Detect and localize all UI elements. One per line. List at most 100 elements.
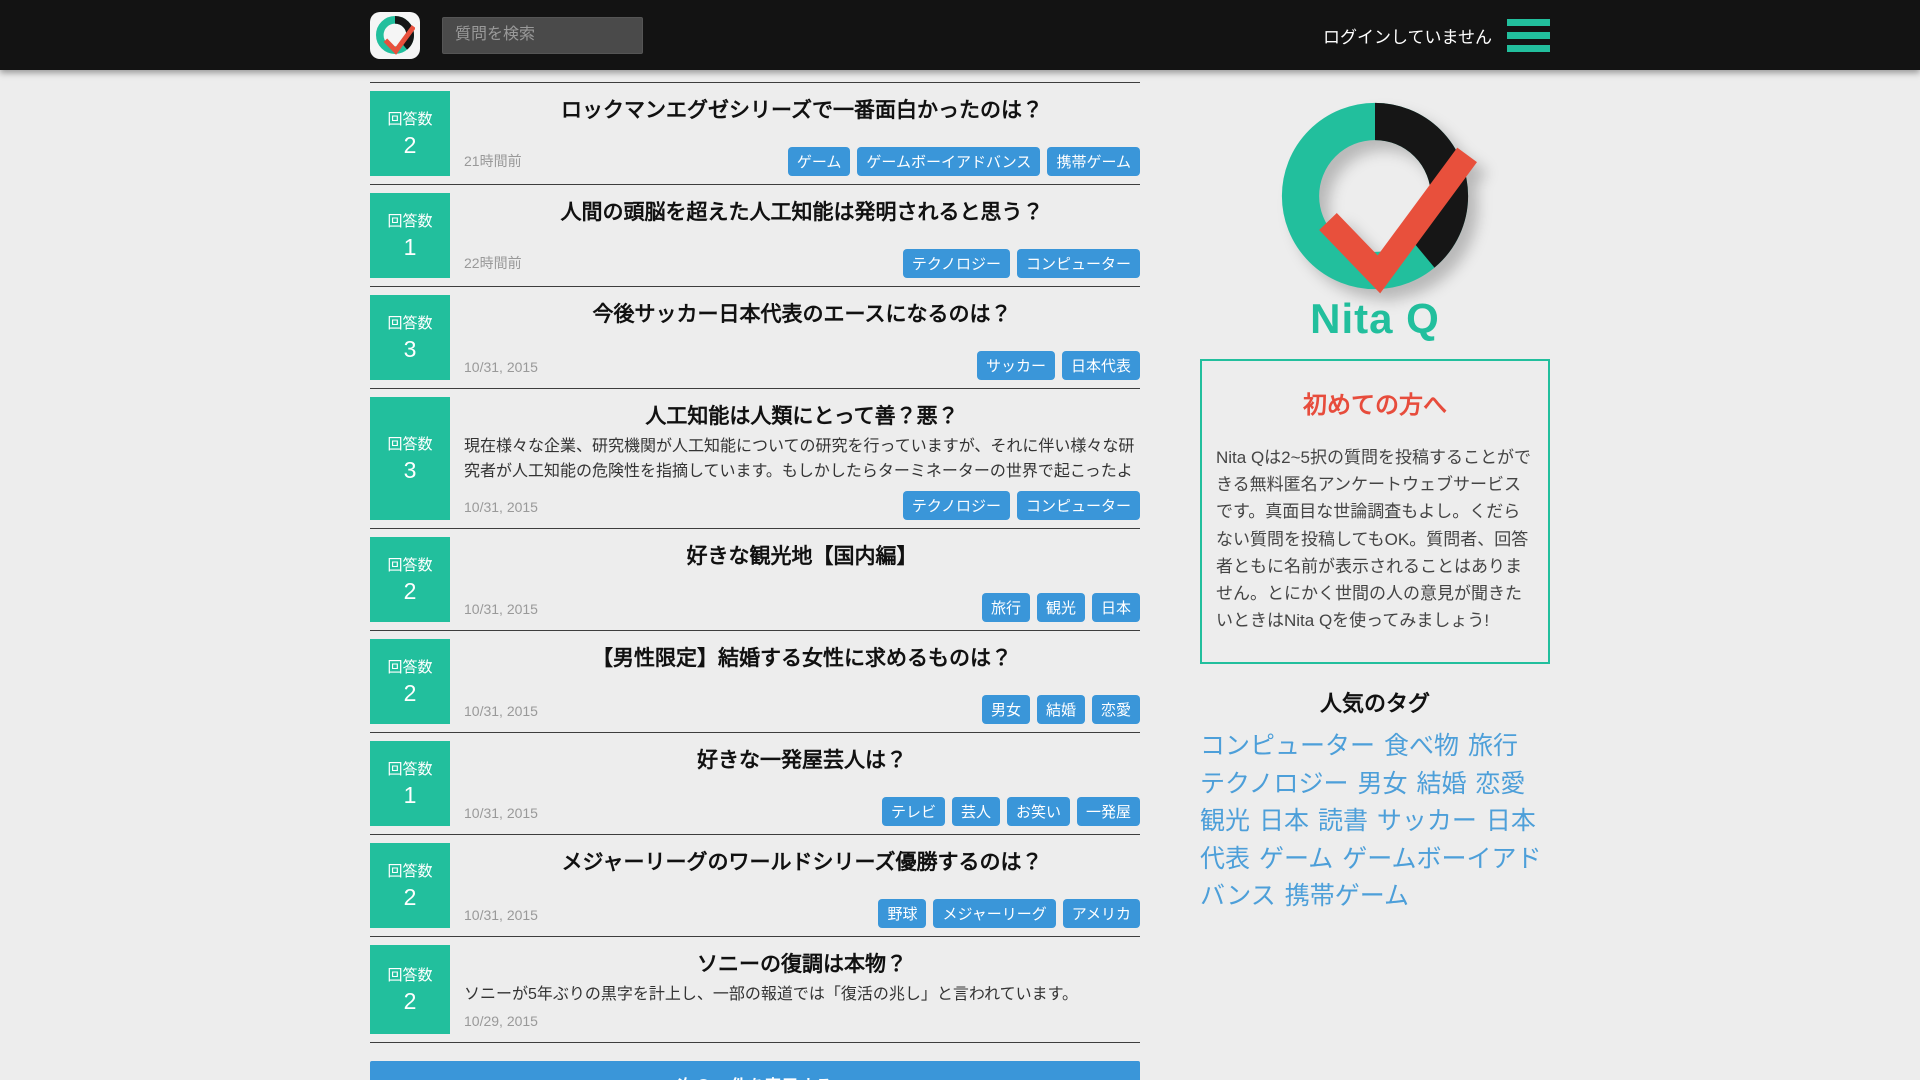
question-meta: 10/29, 2015 (464, 1013, 1140, 1034)
question-tag[interactable]: ゲームボーイアドバンス (857, 147, 1040, 176)
answer-count-label: 回答数 (387, 210, 432, 231)
answer-count-box: 回答数 3 (370, 397, 450, 520)
question-tag[interactable]: 日本 (1092, 593, 1140, 622)
popular-tag-link[interactable]: テクノロジー (1200, 770, 1349, 798)
popular-tag-link[interactable]: 結婚 (1416, 770, 1466, 798)
answer-count-label: 回答数 (387, 758, 432, 779)
question-tag[interactable]: 男女 (982, 695, 1030, 724)
question-content: ロックマンエグゼシリーズで一番面白かったのは？ 21時間前 ゲームゲームボーイア… (450, 91, 1140, 176)
answer-count-value: 1 (404, 782, 417, 809)
popular-tag-link[interactable]: 日本 (1259, 807, 1309, 835)
question-tag[interactable]: 携帯ゲーム (1047, 147, 1140, 176)
page-content: 回答数 2 ロックマンエグゼシリーズで一番面白かったのは？ 21時間前 ゲームゲ… (370, 82, 1550, 1080)
popular-tag-link[interactable]: 男女 (1357, 770, 1407, 798)
question-content: 今後サッカー日本代表のエースになるのは？ 10/31, 2015 サッカー日本代… (450, 295, 1140, 380)
question-tag[interactable]: コンピューター (1017, 249, 1140, 278)
login-status-label: ログインしていません (1323, 23, 1492, 48)
question-date: 10/31, 2015 (464, 703, 538, 724)
popular-tag-link[interactable]: 読書 (1318, 807, 1368, 835)
question-tag[interactable]: テクノロジー (903, 249, 1010, 278)
hamburger-menu-icon[interactable] (1507, 17, 1550, 54)
popular-tag-link[interactable]: サッカー (1377, 807, 1477, 835)
question-content: 人間の頭脳を超えた人工知能は発明されると思う？ 22時間前 テクノロジーコンピュ… (450, 193, 1140, 278)
question-title: 好きな一発屋芸人は？ (464, 741, 1140, 774)
answer-count-box: 回答数 2 (370, 639, 450, 724)
question-row[interactable]: 回答数 3 人工知能は人類にとって善？悪？ 現在様々な企業、研究機関が人工知能に… (370, 389, 1140, 529)
question-description: ソニーが5年ぶりの黒字を計上し、一部の報道では「復活の兆し」と言われています。 (464, 983, 1140, 1008)
question-row[interactable]: 回答数 2 好きな観光地【国内編】 10/31, 2015 旅行観光日本 (370, 529, 1140, 631)
answer-count-value: 2 (404, 988, 417, 1015)
answer-count-label: 回答数 (387, 108, 432, 129)
question-row[interactable]: 回答数 2 ロックマンエグゼシリーズで一番面白かったのは？ 21時間前 ゲームゲ… (370, 83, 1140, 185)
question-date: 10/31, 2015 (464, 601, 538, 622)
answer-count-box: 回答数 1 (370, 741, 450, 826)
question-tag[interactable]: 日本代表 (1062, 351, 1140, 380)
question-column: 回答数 2 ロックマンエグゼシリーズで一番面白かったのは？ 21時間前 ゲームゲ… (370, 82, 1140, 1080)
answer-count-box: 回答数 2 (370, 91, 450, 176)
popular-tag-link[interactable]: ゲーム (1259, 845, 1333, 873)
question-tag[interactable]: 一発屋 (1077, 797, 1140, 826)
hamburger-bar (1507, 32, 1550, 39)
question-tag[interactable]: 野球 (878, 899, 926, 928)
question-tag[interactable]: 恋愛 (1092, 695, 1140, 724)
answer-count-label: 回答数 (387, 860, 432, 881)
question-tag[interactable]: 芸人 (952, 797, 1000, 826)
question-row[interactable]: 回答数 1 好きな一発屋芸人は？ 10/31, 2015 テレビ芸人お笑い一発屋 (370, 733, 1140, 835)
nitaq-check-icon-large (1270, 98, 1480, 294)
question-tag[interactable]: メジャーリーグ (933, 899, 1055, 928)
question-content: 【男性限定】結婚する女性に求めるものは？ 10/31, 2015 男女結婚恋愛 (450, 639, 1140, 724)
popular-tag-link[interactable]: 携帯ゲーム (1285, 882, 1409, 910)
question-title: 好きな観光地【国内編】 (464, 537, 1140, 570)
nitaq-check-icon (375, 15, 415, 55)
popular-tag-link[interactable]: 観光 (1200, 807, 1250, 835)
question-tag[interactable]: 旅行 (982, 593, 1030, 622)
brand-logo: Nita Q (1200, 98, 1550, 343)
popular-tag-link[interactable]: コンピューター (1200, 732, 1375, 760)
question-tag[interactable]: アメリカ (1063, 899, 1140, 928)
load-more-button[interactable]: 次の10件を表示する (370, 1061, 1140, 1080)
question-row[interactable]: 回答数 2 ソニーの復調は本物？ ソニーが5年ぶりの黒字を計上し、一部の報道では… (370, 937, 1140, 1044)
question-content: 好きな観光地【国内編】 10/31, 2015 旅行観光日本 (450, 537, 1140, 622)
popular-tag-link[interactable]: 恋愛 (1475, 770, 1525, 798)
question-content: ソニーの復調は本物？ ソニーが5年ぶりの黒字を計上し、一部の報道では「復活の兆し… (450, 945, 1140, 1035)
question-tags: サッカー日本代表 (977, 351, 1140, 380)
popular-tag-link[interactable]: 食べ物 (1384, 732, 1459, 760)
header-home-logo[interactable] (370, 12, 420, 59)
answer-count-box: 回答数 2 (370, 945, 450, 1035)
question-tag[interactable]: サッカー (977, 351, 1055, 380)
question-list: 回答数 2 ロックマンエグゼシリーズで一番面白かったのは？ 21時間前 ゲームゲ… (370, 82, 1140, 1043)
question-tag[interactable]: コンピューター (1017, 491, 1140, 520)
question-meta: 21時間前 ゲームゲームボーイアドバンス携帯ゲーム (464, 147, 1140, 176)
question-meta: 10/31, 2015 テクノロジーコンピューター (464, 491, 1140, 520)
question-title: 人間の頭脳を超えた人工知能は発明されると思う？ (464, 193, 1140, 226)
brand-name: Nita Q (1200, 295, 1550, 343)
question-tag[interactable]: 結婚 (1037, 695, 1085, 724)
question-meta: 10/31, 2015 旅行観光日本 (464, 593, 1140, 622)
search-input[interactable] (442, 17, 643, 54)
question-row[interactable]: 回答数 3 今後サッカー日本代表のエースになるのは？ 10/31, 2015 サ… (370, 287, 1140, 389)
question-date: 10/31, 2015 (464, 359, 538, 380)
popular-tags-cloud: コンピューター 食べ物 旅行 テクノロジー 男女 結婚 恋愛 観光 日本 読書 … (1200, 728, 1550, 916)
question-date: 22時間前 (464, 253, 522, 278)
answer-count-label: 回答数 (387, 554, 432, 575)
popular-tag-link[interactable]: 旅行 (1468, 732, 1518, 760)
top-navbar: ログインしていません (0, 0, 1920, 70)
question-tag[interactable]: お笑い (1007, 797, 1070, 826)
answer-count-value: 2 (404, 578, 417, 605)
question-row[interactable]: 回答数 2 メジャーリーグのワールドシリーズ優勝するのは？ 10/31, 201… (370, 835, 1140, 937)
sidebar: Nita Q 初めての方へ Nita Qは2~5択の質問を投稿することができる無… (1200, 82, 1550, 1080)
question-title: ソニーの復調は本物？ (464, 945, 1140, 978)
question-tags: テレビ芸人お笑い一発屋 (882, 797, 1140, 826)
question-tag[interactable]: テレビ (882, 797, 945, 826)
answer-count-box: 回答数 3 (370, 295, 450, 380)
question-tag[interactable]: テクノロジー (903, 491, 1010, 520)
answer-count-value: 2 (404, 132, 417, 159)
question-date: 10/29, 2015 (464, 1013, 538, 1034)
question-tag[interactable]: 観光 (1037, 593, 1085, 622)
question-row[interactable]: 回答数 2 【男性限定】結婚する女性に求めるものは？ 10/31, 2015 男… (370, 631, 1140, 733)
question-tag[interactable]: ゲーム (788, 147, 851, 176)
popular-tags-title: 人気のタグ (1200, 686, 1550, 718)
question-content: 好きな一発屋芸人は？ 10/31, 2015 テレビ芸人お笑い一発屋 (450, 741, 1140, 826)
question-row[interactable]: 回答数 1 人間の頭脳を超えた人工知能は発明されると思う？ 22時間前 テクノロ… (370, 185, 1140, 287)
question-meta: 10/31, 2015 テレビ芸人お笑い一発屋 (464, 797, 1140, 826)
